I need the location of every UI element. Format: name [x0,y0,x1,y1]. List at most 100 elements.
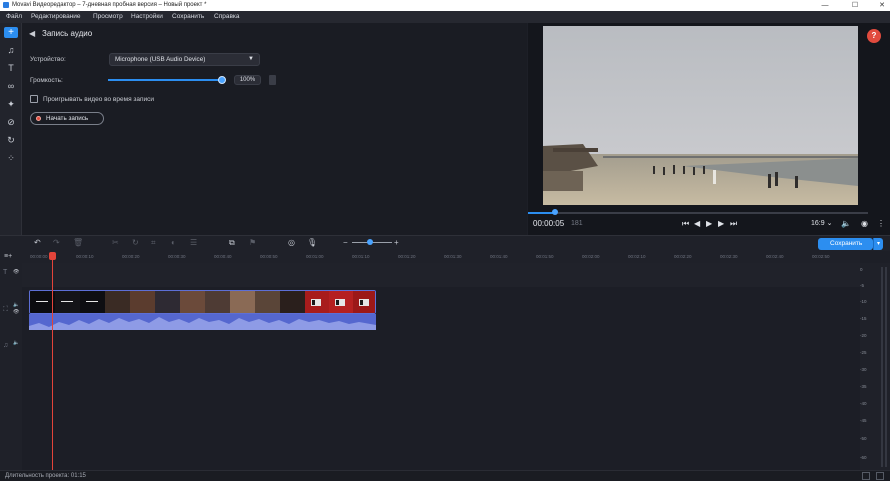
meter-label: -35 [860,384,867,389]
microphone-icon[interactable]: 🎙 [307,238,317,247]
volume-slider-handle[interactable] [218,76,226,84]
meter-label: -20 [860,333,867,338]
video-clip[interactable] [29,290,376,314]
meter-label: 0 [860,267,863,272]
aspect-ratio-select[interactable]: 16:9 ⌄ [811,219,832,227]
help-button[interactable]: ? [867,29,881,43]
play-video-label: Проигрывать видео во время записи [43,96,155,103]
audio-waveform-shape [29,317,376,330]
audio-track-mute-icon[interactable]: 🔈 [13,340,19,346]
text-track-icon: T [3,269,8,276]
meter-label: -45 [860,418,867,423]
more-tools-icon[interactable]: ⁘ [4,152,18,164]
beach-scene-image [543,26,858,205]
next-frame-icon[interactable]: ▶ [718,219,724,228]
transitions-icon[interactable]: ∞ [4,80,18,92]
fit-timeline-icon[interactable] [862,472,870,480]
volume-slider-track[interactable] [108,79,222,81]
chevron-down-icon: ▼ [248,56,254,62]
stickers-icon[interactable]: ⊘ [4,116,18,128]
meter-label: -25 [860,350,867,355]
redo-icon[interactable]: ↷ [53,238,60,247]
record-video-icon[interactable]: ◎ [288,238,295,247]
volume-value-field[interactable]: 100% [234,75,261,85]
close-button[interactable]: ✕ [875,0,889,11]
grid-view-icon[interactable] [876,472,884,480]
ruler-tick: 00:02:40 [766,254,784,259]
save-button[interactable]: Сохранить [818,238,873,250]
maximize-button[interactable]: ☐ [848,0,862,11]
meter-label: -30 [860,367,867,372]
playhead-line[interactable] [52,253,53,470]
device-select[interactable]: Microphone (USB Audio Device) ▼ [109,53,260,66]
volume-label: Громкость: [30,77,63,84]
start-recording-button[interactable]: Начать запись [30,112,104,125]
device-label: Устройство: [30,56,66,63]
ruler-tick: 00:01:10 [352,254,370,259]
ruler-tick: 00:02:50 [812,254,830,259]
delete-icon[interactable]: 🗑 [73,238,83,247]
clip-properties-icon[interactable]: ☰ [190,238,197,247]
previous-frame-icon[interactable]: ◀ [694,219,700,228]
undo-icon[interactable]: ↶ [34,238,41,247]
title-track[interactable] [22,263,860,287]
effects-icon[interactable]: ✦ [4,98,18,110]
meter-label: -40 [860,401,867,406]
preview-player: ? 00:00:05 181 ⏮ ◀ ▶ ▶ ⏭ 16:9 ⌄ 🔈 ◉ ⋮ [528,23,890,235]
save-dropdown-button[interactable]: ▾ [873,238,883,250]
record-icon [36,116,41,121]
playhead-handle[interactable] [49,252,56,260]
seek-bar-handle[interactable] [552,209,559,215]
skip-to-end-icon[interactable]: ⏭ [730,219,737,229]
filters-icon[interactable]: ↻ [4,134,18,146]
rotate-icon[interactable]: ↻ [132,238,139,247]
meter-label: -5 [860,283,865,288]
seek-bar-progress [528,212,556,214]
more-options-icon[interactable]: ⋮ [877,219,885,228]
menu-settings[interactable]: Настройки [131,11,163,23]
left-toolbar: + ♫ T ∞ ✦ ⊘ ↻ ⁘ [0,23,22,235]
video-track-mute-icon[interactable]: 🔈 [13,302,19,308]
play-video-checkbox[interactable] [30,95,38,103]
audio-track-icon: ♫ [3,342,9,349]
snapshot-icon[interactable]: ◉ [861,219,868,228]
play-icon[interactable]: ▶ [706,219,712,228]
add-track-icon[interactable]: ≡+ [4,253,12,260]
cut-icon[interactable]: ✂ [112,238,119,247]
audio-waveform[interactable] [29,314,376,330]
ruler-tick: 00:00:40 [214,254,232,259]
meter-label: -15 [860,316,867,321]
minimize-button[interactable]: — [818,0,832,11]
video-frame [543,26,858,205]
meter-label: -50 [860,436,867,441]
current-timecode: 00:00:05 [533,219,565,228]
volume-icon[interactable]: 🔈 [841,219,851,228]
text-track-visibility-icon[interactable]: 👁 [13,269,19,275]
zoom-in-icon[interactable]: + [394,238,399,247]
crop-icon[interactable]: ⌗ [151,238,156,248]
ruler-tick: 00:00:30 [168,254,186,259]
add-media-button[interactable]: + [4,27,18,38]
menu-help[interactable]: Справка [214,11,240,23]
text-icon[interactable]: T [4,62,18,74]
menu-edit[interactable]: Редактирование [31,11,81,23]
menu-save[interactable]: Сохранить [172,11,204,23]
seek-bar[interactable] [528,212,868,214]
marker-icon[interactable]: ⚑ [249,238,256,247]
ruler-tick: 00:01:20 [398,254,416,259]
timecode-frames: 181 [571,220,583,227]
record-audio-panel: ◀ Запись аудио Устройство: Microphone (U… [22,23,527,235]
back-icon[interactable]: ◀ [29,29,35,38]
video-track-icon: ⛶ [3,306,8,313]
overlay-icon[interactable]: ⧉ [229,238,235,248]
color-adjust-icon[interactable]: ◐ [171,238,176,247]
music-icon[interactable]: ♫ [4,44,18,56]
ruler-tick: 00:01:00 [306,254,324,259]
zoom-out-icon[interactable]: − [343,238,348,247]
menu-view[interactable]: Просмотр [93,11,123,23]
menu-file[interactable]: Файл [6,11,22,23]
ruler-tick: 00:01:50 [536,254,554,259]
skip-to-start-icon[interactable]: ⏮ [682,219,689,229]
zoom-slider-handle[interactable] [367,239,373,245]
video-track-visibility-icon[interactable]: 👁 [13,309,19,315]
